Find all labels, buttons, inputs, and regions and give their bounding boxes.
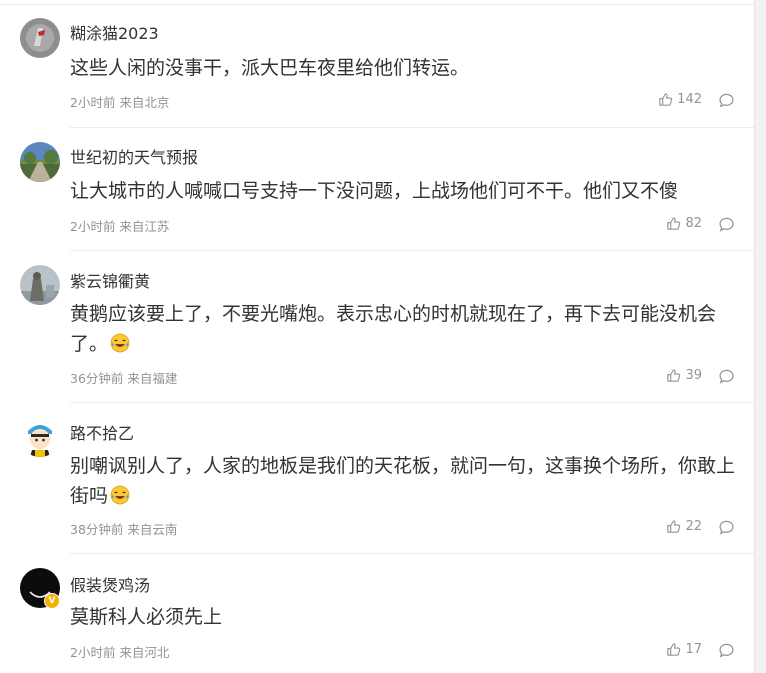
comment-bubble-icon[interactable]: [718, 216, 735, 233]
comment-meta: 2小时前 来自河北: [70, 645, 170, 660]
comment-bubble-icon[interactable]: [718, 92, 735, 109]
avatar[interactable]: [20, 265, 60, 305]
comment-list: 糊涂猫2023 这些人闲的没事干，派大巴车夜里给他们转运。 2小时前 来自北京 …: [0, 0, 755, 673]
thumbs-up-icon: [667, 643, 681, 656]
like-count: 142: [677, 92, 702, 107]
avatar[interactable]: [20, 18, 60, 58]
comment-bubble-icon[interactable]: [718, 519, 735, 536]
like-button[interactable]: 17: [666, 642, 702, 657]
avatar[interactable]: [20, 142, 60, 182]
like-button[interactable]: 22: [666, 519, 702, 534]
comment-text: 黄鹅应该要上了，不要光嘴炮。表示忠心的时机就现在了，再下去可能没机会了。: [70, 299, 738, 359]
comment-bubble-icon[interactable]: [718, 642, 735, 659]
like-count: 22: [685, 519, 702, 534]
comment-meta: 38分钟前 来自云南: [70, 522, 178, 537]
thumbs-up-icon: [667, 369, 681, 382]
like-button[interactable]: 82: [666, 216, 702, 231]
thumbs-up-icon: [667, 520, 681, 533]
username[interactable]: 假装煲鸡汤: [70, 572, 150, 596]
like-count: 17: [685, 642, 702, 657]
divider: [70, 402, 754, 403]
divider: [70, 250, 754, 251]
comment-text: 让大城市的人喊喊口号支持一下没问题，上战场他们可不干。他们又不傻: [70, 180, 679, 202]
comment-meta: 36分钟前 来自福建: [70, 371, 178, 386]
comment-text-body: 黄鹅应该要上了，不要光嘴炮。表示忠心的时机就现在了，再下去可能没机会了。: [70, 303, 717, 355]
username[interactable]: 世纪初的天气预报: [70, 144, 198, 168]
laughing-tears-emoji: [110, 485, 130, 505]
comment-text: 这些人闲的没事干，派大巴车夜里给他们转运。: [70, 57, 470, 79]
like-button[interactable]: 39: [666, 368, 702, 383]
comment-meta: 2小时前 来自北京: [70, 95, 170, 110]
comment-text: 莫斯科人必须先上: [70, 606, 223, 628]
divider: [0, 4, 754, 5]
comment-bubble-icon[interactable]: [718, 368, 735, 385]
comment-text: 别嘲讽别人了，人家的地板是我们的天花板，就问一句，这事换个场所，你敢上街吗: [70, 451, 738, 511]
like-count: 82: [685, 216, 702, 231]
like-count: 39: [685, 368, 702, 383]
divider: [70, 127, 754, 128]
username[interactable]: 糊涂猫2023: [70, 20, 159, 44]
like-button[interactable]: 142: [658, 92, 702, 107]
avatar[interactable]: [20, 417, 60, 457]
comment-meta: 2小时前 来自江苏: [70, 219, 170, 234]
laughing-tears-emoji: [110, 333, 130, 353]
thumbs-up-icon: [667, 217, 681, 230]
divider: [70, 553, 754, 554]
comment-text-body: 别嘲讽别人了，人家的地板是我们的天花板，就问一句，这事换个场所，你敢上街吗: [70, 455, 736, 507]
verified-badge-icon: V: [44, 593, 60, 609]
username[interactable]: 紫云锦衢黄: [70, 268, 150, 292]
thumbs-up-icon: [659, 93, 673, 106]
username[interactable]: 路不拾乙: [70, 420, 134, 444]
